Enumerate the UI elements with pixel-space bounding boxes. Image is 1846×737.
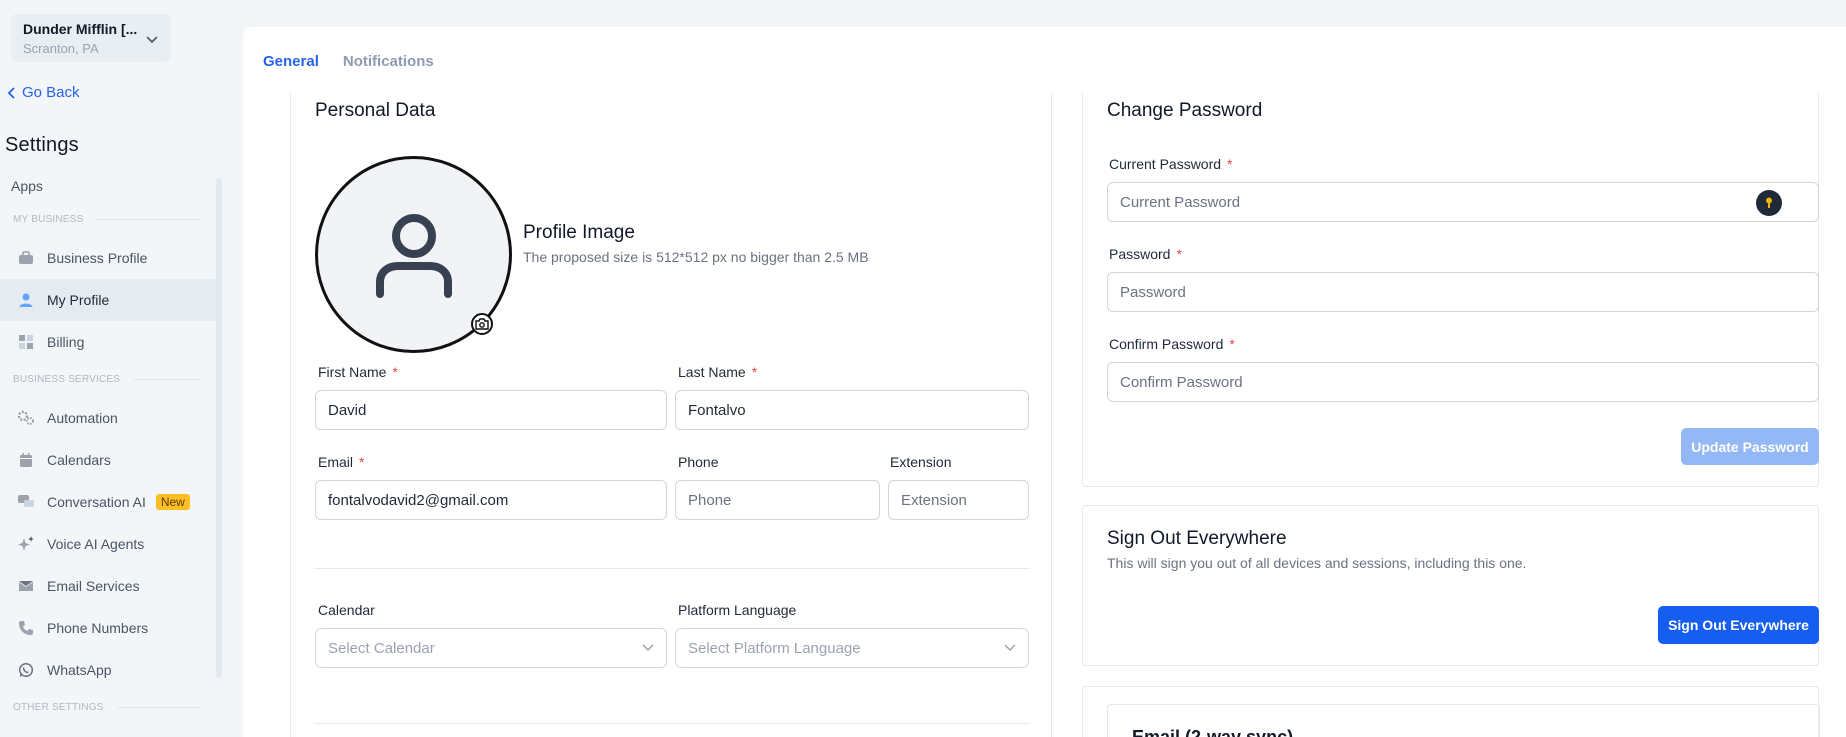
platform-language-select[interactable]: Select Platform Language	[675, 628, 1029, 668]
email-sync-title: Email (2-way sync)	[1132, 727, 1294, 737]
settings-title: Settings	[5, 134, 79, 156]
calendar-select-placeholder: Select Calendar	[328, 639, 435, 657]
sidebar-item-automation[interactable]: Automation	[0, 397, 216, 439]
sidebar-item-label: Business Profile	[47, 250, 148, 266]
calendar-select[interactable]: Select Calendar	[315, 628, 667, 668]
current-password-label: Current Password *	[1109, 156, 1233, 172]
platform-language-placeholder: Select Platform Language	[688, 639, 861, 657]
envelope-icon	[17, 577, 35, 595]
sidebar-item-label: Conversation AI	[47, 494, 146, 510]
section-label-my-business: MY BUSINESS	[13, 214, 200, 225]
account-name: Dunder Mifflin [...	[23, 21, 138, 37]
first-name-label: First Name *	[318, 364, 398, 380]
new-badge: New	[155, 494, 190, 510]
go-back-link[interactable]: Go Back	[7, 84, 80, 101]
extension-field[interactable]: Extension	[888, 480, 1029, 520]
personal-data-title: Personal Data	[315, 100, 436, 121]
sidebar: Dunder Mifflin [... Scranton, PA Go Back…	[0, 0, 222, 737]
gears-icon	[17, 409, 35, 427]
user-placeholder-icon	[375, 213, 452, 298]
sidebar-item-business-profile[interactable]: Business Profile	[0, 237, 216, 279]
profile-image-hint: The proposed size is 512*512 px no bigge…	[523, 249, 869, 265]
sidebar-item-label: Email Services	[47, 578, 140, 594]
tab-notifications[interactable]: Notifications	[343, 53, 434, 70]
phone-field[interactable]: Phone	[675, 480, 880, 520]
extension-label: Extension	[890, 454, 952, 470]
email-field[interactable]: fontalvodavid2@gmail.com	[315, 480, 667, 520]
chevron-down-icon	[1004, 644, 1016, 652]
password-manager-icon[interactable]	[1756, 190, 1782, 216]
calendar-label: Calendar	[318, 602, 375, 618]
sidebar-item-label: Phone Numbers	[47, 620, 149, 636]
first-name-field[interactable]: David	[315, 390, 667, 430]
account-switcher[interactable]: Dunder Mifflin [... Scranton, PA	[11, 14, 171, 62]
sidebar-item-label: Automation	[47, 410, 118, 426]
sidebar-item-conversation-ai[interactable]: Conversation AI New	[0, 481, 216, 523]
sidebar-item-apps[interactable]: Apps	[11, 178, 43, 194]
section-label-other-settings: OTHER SETTINGS	[13, 702, 200, 713]
update-password-button[interactable]: Update Password	[1681, 428, 1819, 465]
sidebar-scrollbar[interactable]	[216, 178, 222, 678]
chevron-down-icon	[146, 36, 158, 44]
confirm-password-field[interactable]: Confirm Password	[1107, 362, 1819, 402]
sidebar-item-label: Calendars	[47, 452, 111, 468]
tab-general[interactable]: General	[263, 53, 319, 70]
password-field[interactable]: Password	[1107, 272, 1819, 312]
last-name-field[interactable]: Fontalvo	[675, 390, 1029, 430]
whatsapp-icon	[17, 661, 35, 679]
platform-language-label: Platform Language	[678, 602, 797, 618]
sidebar-item-label: Voice AI Agents	[47, 536, 145, 552]
sign-out-everywhere-title: Sign Out Everywhere	[1107, 528, 1287, 549]
account-location: Scranton, PA	[23, 41, 99, 56]
user-icon	[17, 291, 35, 309]
sidebar-item-my-profile[interactable]: My Profile	[0, 279, 216, 321]
chevron-down-icon	[642, 644, 654, 652]
sidebar-item-voice-ai-agents[interactable]: Voice AI Agents	[0, 523, 216, 565]
sidebar-item-label: My Profile	[47, 292, 110, 308]
camera-icon[interactable]	[471, 313, 493, 335]
phone-icon	[17, 619, 35, 637]
sparkle-icon	[17, 535, 35, 553]
divider	[315, 723, 1029, 724]
billing-icon	[17, 333, 35, 351]
section-label-business-services: BUSINESS SERVICES	[13, 374, 200, 385]
sidebar-item-label: Billing	[47, 334, 85, 350]
phone-label: Phone	[678, 454, 719, 470]
calendar-icon	[17, 451, 35, 469]
confirm-password-label: Confirm Password *	[1109, 336, 1235, 352]
sidebar-item-whatsapp[interactable]: WhatsApp	[0, 649, 216, 691]
settings-tabs: General Notifications	[263, 53, 434, 70]
password-label: Password *	[1109, 246, 1182, 262]
sign-out-everywhere-button[interactable]: Sign Out Everywhere	[1658, 606, 1819, 644]
briefcase-icon	[17, 249, 35, 267]
chevron-left-icon	[7, 86, 15, 99]
sign-out-everywhere-description: This will sign you out of all devices an…	[1107, 555, 1527, 571]
last-name-label: Last Name *	[678, 364, 758, 380]
sidebar-item-calendars[interactable]: Calendars	[0, 439, 216, 481]
go-back-label: Go Back	[22, 84, 80, 101]
divider	[315, 568, 1029, 569]
current-password-field[interactable]: Current Password	[1107, 182, 1819, 222]
chat-icon	[17, 493, 35, 511]
sidebar-item-phone-numbers[interactable]: Phone Numbers	[0, 607, 216, 649]
sidebar-item-billing[interactable]: Billing	[0, 321, 216, 363]
personal-data-panel: Personal Data Profile Image The proposed…	[290, 93, 1052, 737]
sidebar-item-label: WhatsApp	[47, 662, 112, 678]
change-password-title: Change Password	[1107, 100, 1263, 121]
email-label: Email *	[318, 454, 365, 470]
sidebar-item-email-services[interactable]: Email Services	[0, 565, 216, 607]
profile-image-title: Profile Image	[523, 222, 635, 243]
